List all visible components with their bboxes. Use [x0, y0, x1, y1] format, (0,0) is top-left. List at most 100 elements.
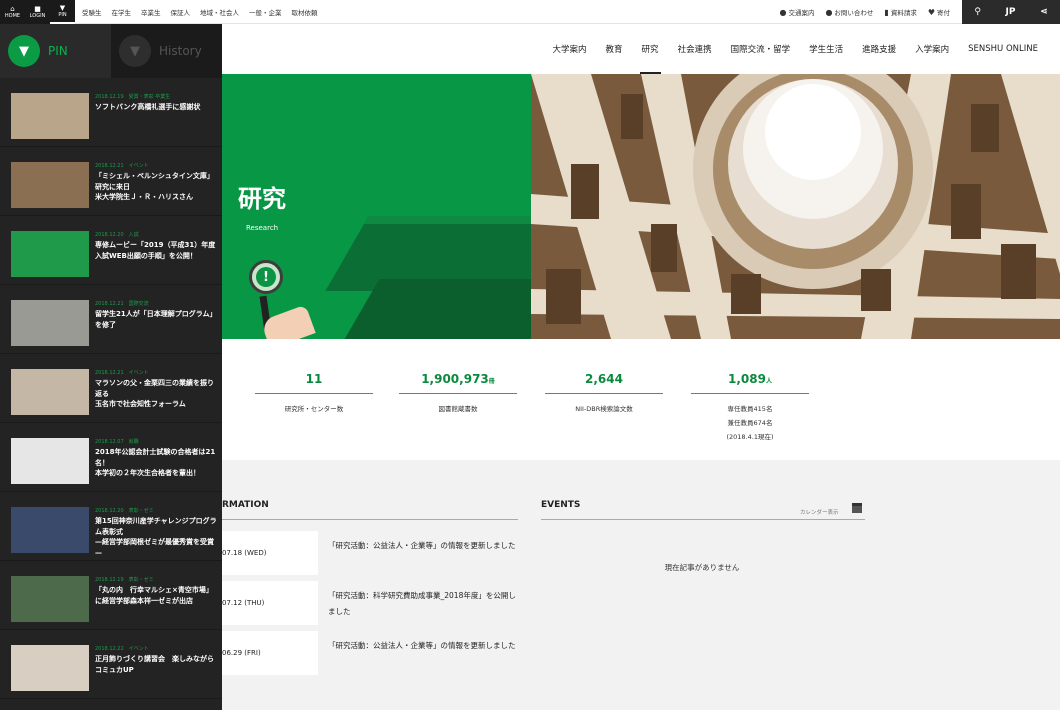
pin-item[interactable]: 2018.12.07 就職 2018年公認会計士試験の合格者は21名！ 本学初の…: [0, 423, 222, 492]
pin-meta: 2018.12.07 就職: [95, 439, 139, 445]
brochure-link[interactable]: ▮ 資料請求: [884, 7, 916, 17]
home-button[interactable]: ⌂ HOME: [0, 0, 25, 24]
pin-title: 「丸の内 行幸マルシェ×青空市場」に経営学部森本祥一ゼミが出店: [95, 586, 213, 605]
pin-item[interactable]: 2018.12.20 入試 専修ムービー「2019（平成31）年度入試WEB出願…: [0, 216, 222, 285]
dome-photo: [531, 74, 1060, 339]
language-switch[interactable]: JP: [1006, 7, 1016, 17]
stat-label: 研究所・センター数: [284, 405, 344, 413]
nav-international[interactable]: 国際交流・留学: [731, 24, 791, 74]
tab-history[interactable]: ▼ History: [111, 24, 222, 78]
pin-title: 第15回神奈川産学チャレンジプログラム表彰式 —経営学部岡根ゼミが最優秀賞を受賞…: [95, 517, 217, 557]
stat-papers: 2,644 NII-DBR検索論文数: [545, 370, 663, 416]
stat-library: 1,900,973冊 図書館蔵書数: [399, 370, 517, 416]
pin-thumbnail: [11, 438, 89, 484]
pin-meta: 2018.12.20 表彰・ゼミ: [95, 508, 154, 514]
pin-title: 「ミシェル・ペルンシュタイン文庫」研究に来日 米大学院生Ｊ・Ｒ・ハリスさん: [95, 172, 214, 201]
sidebar-tabs: ▼ PIN ▼ History: [0, 24, 222, 78]
pin-meta: 2018.12.20 入試: [95, 232, 139, 238]
donation-link[interactable]: ♥ 寄付: [928, 7, 950, 17]
pin-item[interactable]: 2018.12.19 表彰・ゼミ 「丸の内 行幸マルシェ×青空市場」に経営学部森…: [0, 561, 222, 630]
nav-senshu-online[interactable]: SENSHU ONLINE: [968, 24, 1038, 74]
audience-links: 受験生 在学生 卒業生 保証人 地域・社会人 一般・企業 取材依頼: [82, 0, 318, 24]
book-illustration-side: [344, 279, 531, 339]
pin-item[interactable]: 2018.12.21 イベント マラソンの父・金栗四三の業績を振り返る 玉名市で…: [0, 354, 222, 423]
information-title: RMATION: [222, 500, 269, 510]
pin-thumbnail: [11, 93, 89, 139]
pin-thumbnail: [11, 645, 89, 691]
pin-title: 留学生21人が「日本理解プログラム」を修了: [95, 310, 217, 329]
main-navigation: 大学案内 教育 研究 社会連携 国際交流・留学 学生生活 進路支援 入学案内 S…: [222, 24, 1060, 74]
pin-item[interactable]: 2018.12.22 イベント 正月飾りづくり講習会 楽しみながらコミュカUP: [0, 630, 222, 699]
login-button[interactable]: ■ LOGIN: [25, 0, 50, 24]
stat-faculty: 1,089人 専任教員415名 兼任教員674名 (2018.4.1現在): [691, 370, 809, 444]
page-title: 研究: [238, 184, 286, 213]
contact-link[interactable]: ● お問い合わせ: [825, 7, 873, 17]
info-date: 06.29 (FRI): [222, 631, 318, 675]
nav-research[interactable]: 研究: [639, 24, 661, 74]
utility-links: ● 交通案内 ● お問い合わせ ▮ 資料請求 ♥ 寄付: [779, 0, 950, 24]
pin-thumbnail: [11, 369, 89, 415]
pin-thumbnail: [11, 507, 89, 553]
stat-label: 図書館蔵書数: [438, 405, 478, 413]
pin-meta: 2018.12.22 イベント: [95, 646, 149, 652]
pin-item[interactable]: 2018.12.21 イベント 「ミシェル・ペルンシュタイン文庫」研究に来日 米…: [0, 147, 222, 216]
pin-meta: 2018.12.19 受賞・表彰 卒業生: [95, 94, 171, 100]
pin-meta: 2018.12.21 イベント: [95, 370, 149, 376]
stat-value: 1,089人: [728, 372, 772, 386]
access-link[interactable]: ● 交通案内: [779, 7, 814, 17]
stat-label: NII-DBR検索論文数: [575, 405, 633, 413]
pin-icon: ▼: [59, 3, 66, 12]
pin-sidebar: ▼ PIN ▼ History 2018.12.19 受賞・表彰 卒業生 ソフトバン…: [0, 24, 222, 710]
info-link[interactable]: 「研究活動：科学研究費助成事業_2018年度」を公開しました: [328, 588, 518, 620]
pin-item[interactable]: 2018.12.19 受賞・表彰 卒業生 ソフトバンク高橋礼選手に感謝状: [0, 78, 222, 147]
info-link[interactable]: 「研究活動：公益法人・企業等」の情報を更新しました: [328, 538, 518, 554]
history-icon: ▼: [119, 35, 151, 67]
nav-social[interactable]: 社会連携: [678, 24, 712, 74]
news-events-section: RMATION 07.18 (WED) 「研究活動：公益法人・企業等」の情報を更…: [222, 460, 1060, 710]
nav-career[interactable]: 進路支援: [862, 24, 896, 74]
audience-link-alumni[interactable]: 卒業生: [141, 7, 161, 17]
pin-title: 2018年公認会計士試験の合格者は21名！ 本学初の２年次生合格者を輩出！: [95, 448, 216, 477]
stat-value: 1,900,973冊: [421, 372, 495, 386]
search-icon[interactable]: ⚲: [974, 7, 981, 17]
calendar-icon[interactable]: [852, 503, 862, 513]
topbar-tools: ⚲ JP ⋖: [962, 0, 1060, 24]
stat-institutes: 11 研究所・センター数: [255, 370, 373, 416]
page-subtitle: Research: [246, 224, 279, 232]
pin-button[interactable]: ▼ PIN: [50, 0, 75, 24]
info-link[interactable]: 「研究活動：公益法人・企業等」の情報を更新しました: [328, 638, 518, 654]
pin-meta: 2018.12.21 国際交流: [95, 301, 149, 307]
lock-icon: ■: [34, 4, 41, 13]
pin-icon: ▼: [8, 35, 40, 67]
pin-item[interactable]: 2018.12.21 国際交流 留学生21人が「日本理解プログラム」を修了: [0, 285, 222, 354]
pin-item[interactable]: 2018.12.20 表彰・ゼミ 第15回神奈川産学チャレンジプログラム表彰式 …: [0, 492, 222, 561]
nav-education[interactable]: 教育: [606, 24, 623, 74]
pin-meta: 2018.12.19 表彰・ゼミ: [95, 577, 154, 583]
audience-link-applicants[interactable]: 受験生: [82, 7, 102, 17]
top-utility-bar: ⌂ HOME ■ LOGIN ▼ PIN 受験生 在学生 卒業生 保証人 地域・社会人…: [0, 0, 1060, 24]
book-icon: ▮: [884, 8, 889, 17]
nav-student-life[interactable]: 学生生活: [809, 24, 843, 74]
nav-admissions[interactable]: 入学案内: [915, 24, 949, 74]
share-icon[interactable]: ⋖: [1040, 7, 1048, 17]
audience-link-students[interactable]: 在学生: [112, 7, 132, 17]
heart-icon: ♥: [927, 8, 935, 17]
audience-link-business[interactable]: 一般・企業: [249, 7, 282, 17]
audience-link-community[interactable]: 地域・社会人: [200, 7, 239, 17]
calendar-link[interactable]: カレンダー表示: [800, 508, 839, 516]
pin-thumbnail: [11, 576, 89, 622]
pin-thumbnail: [11, 231, 89, 277]
pin-title: ソフトバンク高橋礼選手に感謝状: [95, 103, 201, 111]
nav-about[interactable]: 大学案内: [553, 24, 587, 74]
magnifier-icon: !: [249, 260, 283, 294]
hero-banner: 研究 Research !: [222, 74, 531, 339]
pin-thumbnail: [11, 162, 89, 208]
audience-link-press[interactable]: 取材依頼: [292, 7, 318, 17]
quick-buttons: ⌂ HOME ■ LOGIN ▼ PIN: [0, 0, 75, 24]
info-icon: ●: [825, 8, 833, 17]
tab-pin[interactable]: ▼ PIN: [0, 24, 111, 78]
info-date: 07.18 (WED): [222, 531, 318, 575]
audience-link-guardians[interactable]: 保証人: [171, 7, 191, 17]
pin-thumbnail: [11, 300, 89, 346]
info-date: 07.12 (THU): [222, 581, 318, 625]
